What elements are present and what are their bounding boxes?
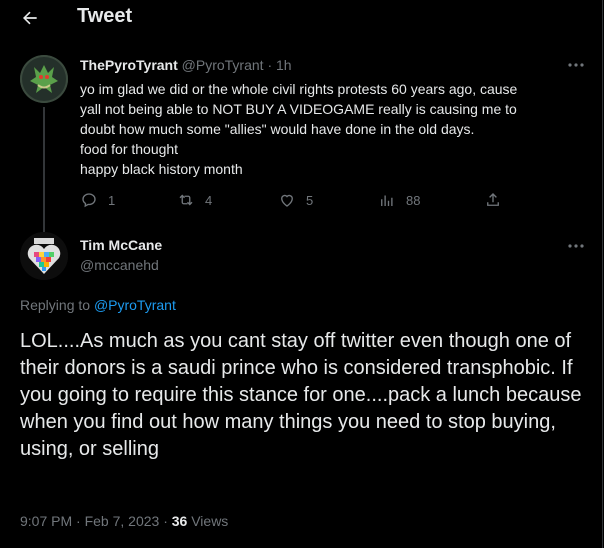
share-button[interactable] <box>484 190 502 210</box>
like-button[interactable]: 5 <box>278 190 313 210</box>
retweet-count: 4 <box>205 192 213 208</box>
tweet-text: yo im glad we did or the whole civil rig… <box>80 81 518 177</box>
avatar-dragon-image <box>20 55 68 103</box>
separator-dot: · <box>267 57 273 73</box>
tweet-time[interactable]: 1h <box>276 57 292 73</box>
author-handle[interactable]: @PyroTyrant <box>182 57 264 73</box>
avatar[interactable] <box>20 232 68 280</box>
avatar[interactable] <box>20 55 68 103</box>
views-count: 88 <box>406 192 421 208</box>
views-count: 36 <box>171 513 188 529</box>
author-name[interactable]: Tim McCane <box>80 237 162 253</box>
reply-button[interactable]: 1 <box>80 190 115 210</box>
analytics-icon <box>381 195 393 206</box>
author-name[interactable]: ThePyroTyrant <box>80 57 178 73</box>
share-icon <box>487 193 499 206</box>
author-handle[interactable]: @mccanehd <box>80 257 159 273</box>
author-row: Tim McCane <box>80 237 162 253</box>
more-options-button[interactable] <box>564 55 588 75</box>
views-label: Views <box>191 513 229 529</box>
page-header: Tweet <box>0 0 603 36</box>
reply-icon <box>82 193 96 208</box>
page-title: Tweet <box>77 5 133 27</box>
tweet-page: Tweet ThePyroTyrant @PyroTyrant · 1h yo … <box>0 0 603 548</box>
heart-icon <box>281 194 293 207</box>
avatar-colorful-heart-image <box>20 232 68 280</box>
replying-to: Replying to @PyroTyrant <box>20 297 176 313</box>
back-button[interactable] <box>14 2 46 34</box>
retweet-icon <box>179 194 193 206</box>
tweet-actions: 1 4 5 88 <box>80 190 520 210</box>
replying-to-link[interactable]: @PyroTyrant <box>94 297 176 313</box>
more-horizontal-icon <box>568 244 584 248</box>
author-row: ThePyroTyrant @PyroTyrant · 1h <box>80 57 292 73</box>
tweet-timestamp[interactable]: 9:07 PM · Feb 7, 2023 · <box>20 513 168 529</box>
retweet-button[interactable]: 4 <box>177 190 212 210</box>
replying-to-label: Replying to <box>20 297 91 313</box>
reply-count: 1 <box>108 192 116 208</box>
arrow-left-icon <box>23 11 37 25</box>
more-horizontal-icon <box>568 63 584 67</box>
like-count: 5 <box>306 192 314 208</box>
more-options-button[interactable] <box>564 236 588 256</box>
tweet-text: LOL....As much as you cant stay off twit… <box>20 330 582 460</box>
tweet-meta: 9:07 PM · Feb 7, 2023 · 36 Views <box>20 513 228 529</box>
views-button[interactable]: 88 <box>378 190 420 210</box>
